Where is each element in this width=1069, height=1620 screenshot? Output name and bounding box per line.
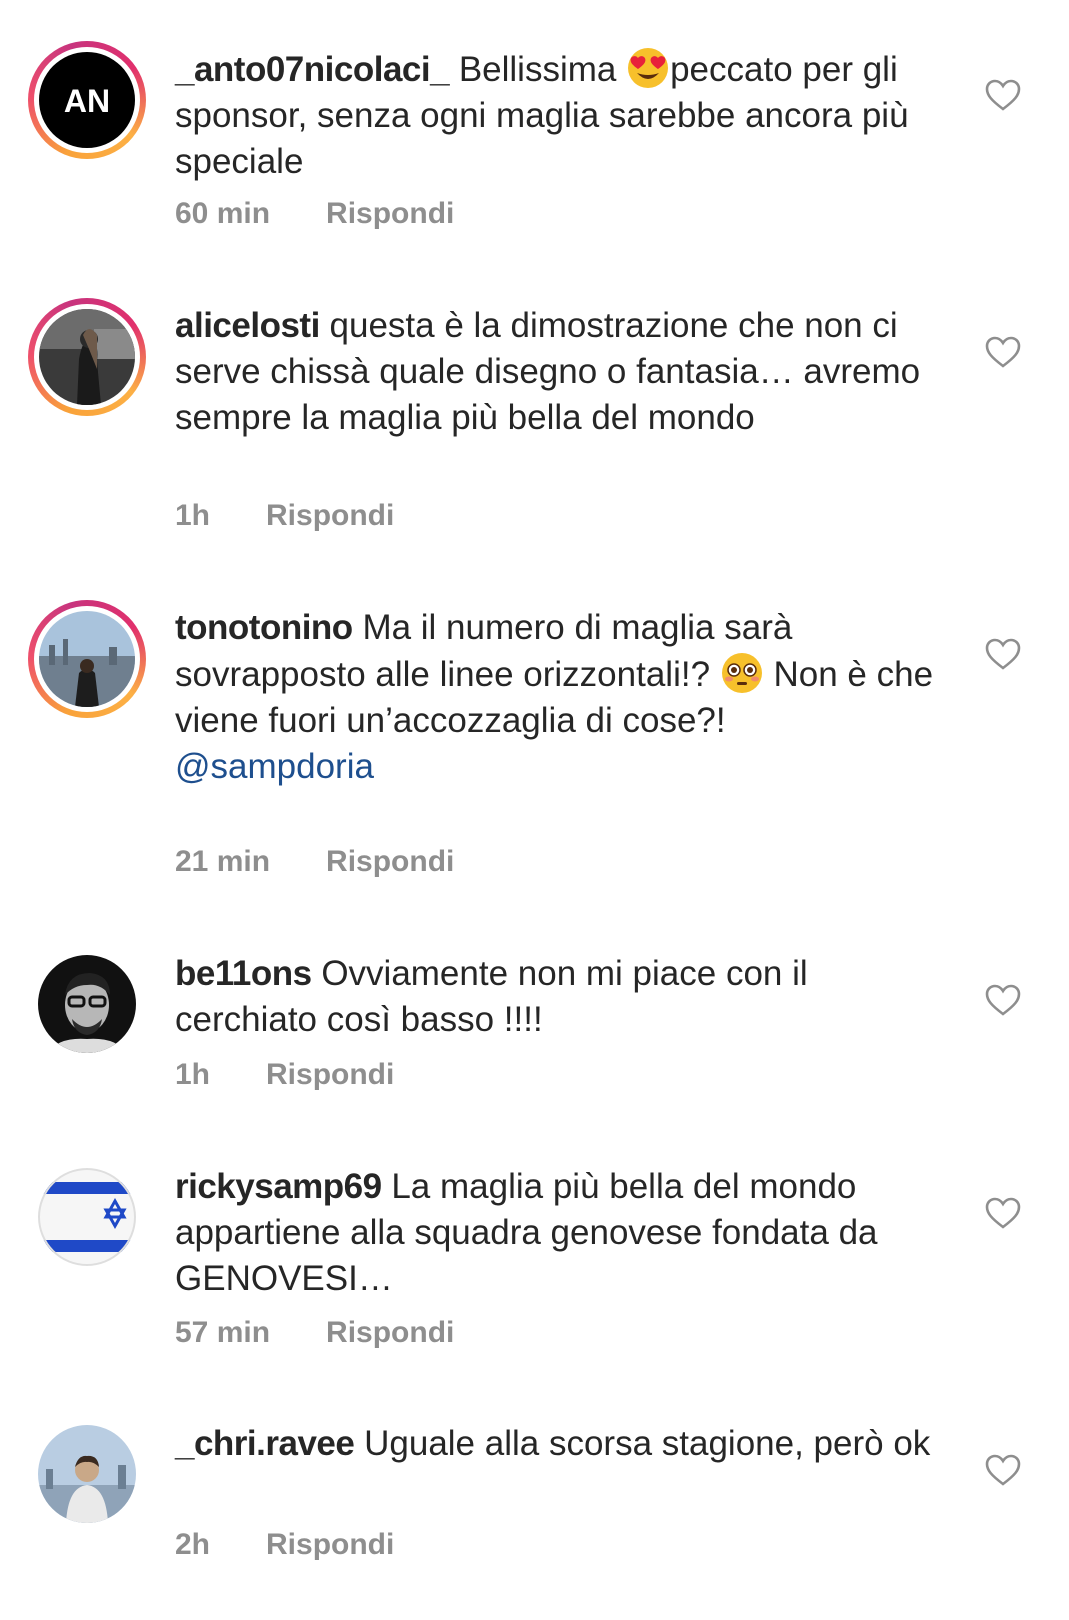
comment-username[interactable]: _chri.ravee (175, 1424, 355, 1463)
like-heart-icon[interactable] (985, 336, 1021, 368)
comment-username[interactable]: alicelosti (175, 306, 320, 345)
reply-button[interactable]: Rispondi (266, 1058, 394, 1092)
comment-meta: 57 min Rispondi (175, 1316, 454, 1350)
like-heart-icon[interactable] (985, 79, 1021, 111)
comment-meta: 60 min Rispondi (175, 197, 454, 231)
comment-time: 57 min (175, 1316, 271, 1349)
comment-text: Uguale alla scorsa stagione, però ok (364, 1424, 931, 1463)
avatar[interactable] (28, 298, 146, 416)
like-heart-icon[interactable] (985, 984, 1021, 1016)
comment-time: 2h (175, 1528, 211, 1561)
comment-username[interactable]: tonotonino (175, 608, 353, 647)
avatar[interactable] (28, 1158, 146, 1276)
svg-text:AN: AN (64, 83, 110, 119)
reply-button[interactable]: Rispondi (326, 197, 454, 231)
comment-text: Bellissima (458, 50, 627, 89)
reply-button[interactable]: Rispondi (266, 499, 394, 533)
comment-time: 60 min (175, 197, 271, 230)
flushed-face-emoji (720, 651, 764, 695)
comment-body: _anto07nicolaci_ Bellissima peccato per … (175, 46, 935, 185)
comment-time: 1h (175, 1058, 211, 1091)
comment-meta: 21 min Rispondi (175, 845, 454, 879)
comment-body: rickysamp69 La maglia più bella del mond… (175, 1164, 935, 1302)
mention-link[interactable]: @sampdoria (175, 744, 935, 790)
avatar[interactable] (28, 600, 146, 718)
comment-username[interactable]: rickysamp69 (175, 1167, 382, 1206)
reply-button[interactable]: Rispondi (326, 845, 454, 879)
comment-username[interactable]: _anto07nicolaci_ (175, 50, 450, 89)
comment-time: 21 min (175, 845, 271, 878)
comment-body: alicelosti questa è la dimostrazione che… (175, 303, 935, 441)
comment-username[interactable]: be11ons (175, 954, 312, 993)
comment-body: be11ons Ovviamente non mi piace con il c… (175, 951, 935, 1043)
like-heart-icon[interactable] (985, 638, 1021, 670)
comment-meta: 2h Rispondi (175, 1528, 394, 1562)
reply-button[interactable]: Rispondi (326, 1316, 454, 1350)
comment-meta: 1h Rispondi (175, 1058, 394, 1092)
avatar[interactable] (28, 1415, 146, 1533)
like-heart-icon[interactable] (985, 1454, 1021, 1486)
like-heart-icon[interactable] (985, 1197, 1021, 1229)
comment-body: tonotonino Ma il numero di maglia sarà s… (175, 605, 935, 790)
comment-time: 1h (175, 499, 211, 532)
avatar[interactable]: AN (28, 41, 146, 159)
heart-eyes-emoji (626, 46, 670, 90)
comment-body: _chri.ravee Uguale alla scorsa stagione,… (175, 1421, 935, 1467)
reply-button[interactable]: Rispondi (266, 1528, 394, 1562)
comment-meta: 1h Rispondi (175, 499, 394, 533)
avatar[interactable] (28, 945, 146, 1063)
